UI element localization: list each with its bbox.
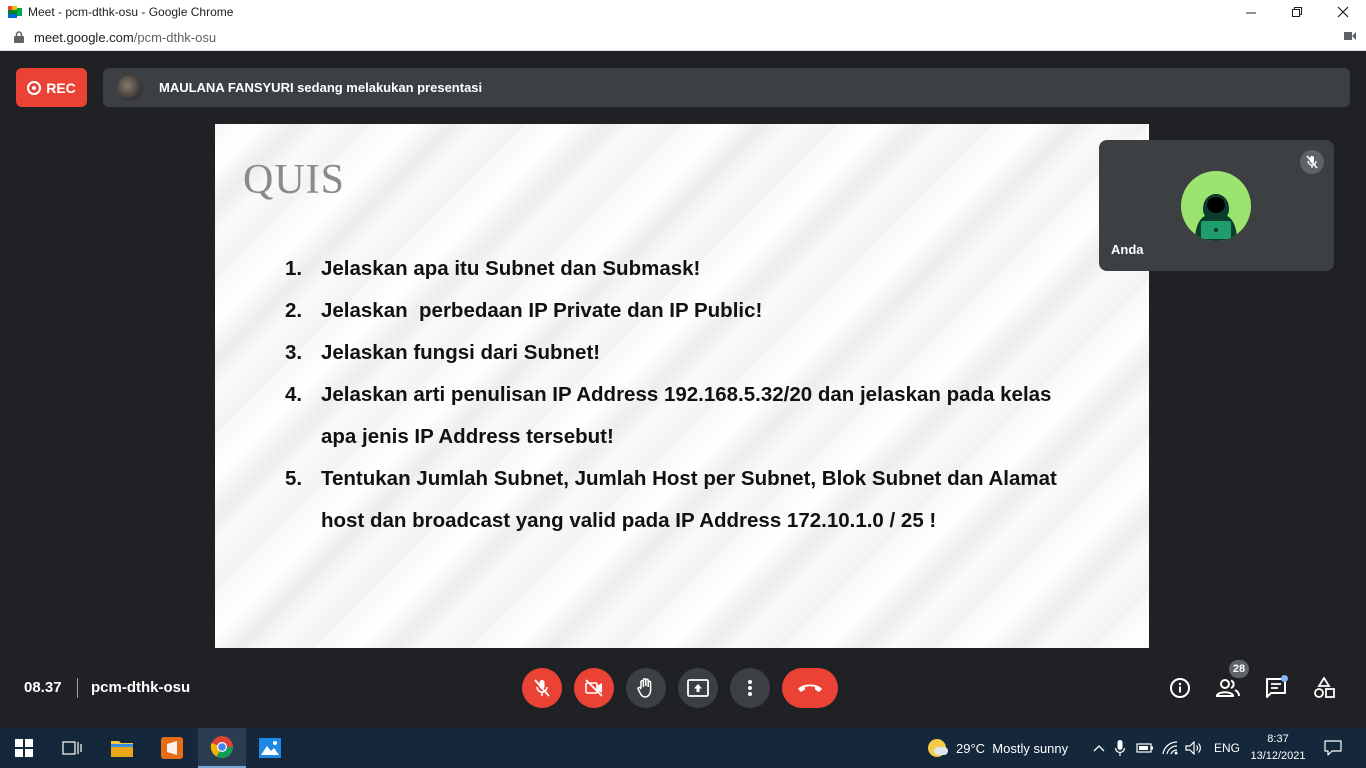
question-list: 1. Jelaskan apa itu Subnet dan Submask! … bbox=[285, 248, 1075, 542]
camera-off-icon bbox=[585, 679, 603, 697]
presenter-avatar bbox=[117, 74, 143, 101]
present-screen-icon bbox=[687, 679, 709, 697]
taskbar-clock[interactable]: 8:37 13/12/2021 bbox=[1246, 731, 1310, 765]
slide-title: QUIS bbox=[243, 157, 346, 203]
activities-button[interactable] bbox=[1312, 676, 1336, 700]
taskbar-file-explorer[interactable] bbox=[98, 728, 146, 768]
sublime-text-icon bbox=[161, 737, 183, 759]
taskbar-google-chrome[interactable] bbox=[198, 728, 246, 768]
battery-icon[interactable] bbox=[1132, 742, 1158, 754]
start-button[interactable] bbox=[0, 728, 48, 768]
question-item: 4. Jelaskan arti penulisan IP Address 19… bbox=[285, 374, 1075, 458]
address-bar[interactable]: meet.google.com/pcm-dthk-osu bbox=[0, 24, 1366, 51]
meeting-clock: 08.37 bbox=[24, 679, 62, 696]
show-hidden-icons-chevron-icon[interactable] bbox=[1090, 744, 1108, 752]
people-button[interactable] bbox=[1216, 676, 1240, 700]
question-number: 3. bbox=[285, 341, 303, 364]
window-title: Meet - pcm-dthk-osu - Google Chrome bbox=[28, 5, 234, 19]
hang-up-icon bbox=[798, 684, 822, 692]
mic-off-icon bbox=[534, 679, 550, 697]
folder-icon bbox=[111, 741, 133, 757]
minimize-button[interactable] bbox=[1228, 0, 1274, 24]
meeting-details-button[interactable] bbox=[1168, 676, 1192, 700]
lock-icon bbox=[14, 31, 24, 43]
camera-toggle-button[interactable] bbox=[574, 668, 614, 708]
url-path: /pcm-dthk-osu bbox=[133, 29, 217, 45]
question-number: 5. bbox=[285, 467, 303, 490]
input-language[interactable]: ENG bbox=[1214, 741, 1240, 755]
url-text[interactable]: meet.google.com/pcm-dthk-osu bbox=[34, 30, 216, 45]
participant-count-badge: 28 bbox=[1229, 660, 1249, 678]
raise-hand-button[interactable] bbox=[626, 668, 666, 708]
self-name: Anda bbox=[1111, 242, 1144, 257]
system-tray: ENG bbox=[1090, 728, 1240, 768]
question-text: Jelaskan fungsi dari Subnet! bbox=[321, 341, 601, 364]
rec-label: REC bbox=[46, 79, 76, 96]
question-item: 3. Jelaskan fungsi dari Subnet! bbox=[285, 332, 1075, 374]
microphone-toggle-button[interactable] bbox=[522, 668, 562, 708]
question-text: Tentukan Jumlah Subnet, Jumlah Host per … bbox=[321, 467, 1057, 532]
info-icon bbox=[1170, 678, 1190, 698]
question-item: 5. Tentukan Jumlah Subnet, Jumlah Host p… bbox=[285, 458, 1075, 542]
clock-date: 13/12/2021 bbox=[1250, 750, 1306, 762]
chat-notification-dot bbox=[1281, 675, 1288, 682]
record-icon bbox=[27, 80, 42, 95]
close-window-button[interactable] bbox=[1320, 0, 1366, 24]
close-icon bbox=[1337, 6, 1349, 18]
question-text: Jelaskan apa itu Subnet dan Submask! bbox=[321, 257, 701, 280]
muted-mic-icon bbox=[1300, 150, 1324, 174]
camera-in-use-icon[interactable] bbox=[1344, 31, 1356, 41]
browser-title-bar: Meet - pcm-dthk-osu - Google Chrome bbox=[0, 0, 1366, 24]
self-video-tile[interactable]: Anda bbox=[1099, 140, 1334, 271]
question-text: Jelaskan arti penulisan IP Address 192.1… bbox=[321, 383, 1052, 448]
notification-center-icon bbox=[1324, 740, 1342, 756]
recording-badge[interactable]: REC bbox=[16, 68, 87, 107]
taskbar-photos[interactable] bbox=[246, 728, 294, 768]
weather-text: 29°C Mostly sunny bbox=[956, 740, 1069, 756]
question-number: 2. bbox=[285, 299, 303, 322]
question-text: Jelaskan perbedaan IP Private dan IP Pub… bbox=[321, 299, 763, 322]
more-options-button[interactable] bbox=[730, 668, 770, 708]
more-vertical-icon bbox=[748, 680, 752, 696]
question-number: 4. bbox=[285, 383, 303, 406]
meet-app-icon bbox=[8, 6, 22, 18]
question-number: 1. bbox=[285, 257, 303, 280]
photos-icon bbox=[259, 738, 281, 758]
url-host: meet.google.com bbox=[34, 29, 134, 45]
people-icon bbox=[1216, 679, 1240, 697]
presenter-text: MAULANA FANSYURI sedang melakukan presen… bbox=[159, 80, 483, 95]
windows-logo-icon bbox=[15, 739, 33, 757]
presenter-banner: MAULANA FANSYURI sedang melakukan presen… bbox=[103, 68, 1350, 107]
activities-shapes-icon bbox=[1314, 677, 1335, 698]
divider bbox=[77, 678, 78, 698]
presentation-slide: QUIS 1. Jelaskan apa itu Subnet dan Subm… bbox=[215, 124, 1149, 648]
chrome-icon bbox=[210, 736, 233, 758]
volume-icon[interactable] bbox=[1182, 741, 1206, 755]
question-item: 1. Jelaskan apa itu Subnet dan Submask! bbox=[285, 248, 1075, 290]
notifications-button[interactable] bbox=[1310, 728, 1356, 768]
taskbar-sublime-text[interactable] bbox=[148, 728, 196, 768]
self-avatar bbox=[1181, 171, 1251, 241]
weather-widget[interactable]: 29°C Mostly sunny bbox=[928, 728, 1068, 768]
microphone-tray-icon[interactable] bbox=[1108, 740, 1132, 756]
wifi-icon[interactable] bbox=[1158, 741, 1182, 755]
question-item: 2. Jelaskan perbedaan IP Private dan IP … bbox=[285, 290, 1075, 332]
task-view-icon bbox=[62, 741, 82, 755]
task-view-button[interactable] bbox=[48, 728, 96, 768]
minimize-icon bbox=[1245, 12, 1256, 13]
clock-time: 8:37 bbox=[1267, 733, 1289, 745]
restore-icon bbox=[1291, 6, 1302, 17]
windows-taskbar: 29°C Mostly sunny ENG 8:37 13/12/2021 bbox=[0, 728, 1366, 768]
meeting-code: pcm-dthk-osu bbox=[91, 679, 191, 696]
partly-sunny-icon bbox=[928, 739, 948, 757]
leave-call-button[interactable] bbox=[782, 668, 838, 708]
restore-button[interactable] bbox=[1274, 0, 1320, 24]
hand-icon bbox=[637, 678, 652, 698]
present-now-button[interactable] bbox=[678, 668, 718, 708]
